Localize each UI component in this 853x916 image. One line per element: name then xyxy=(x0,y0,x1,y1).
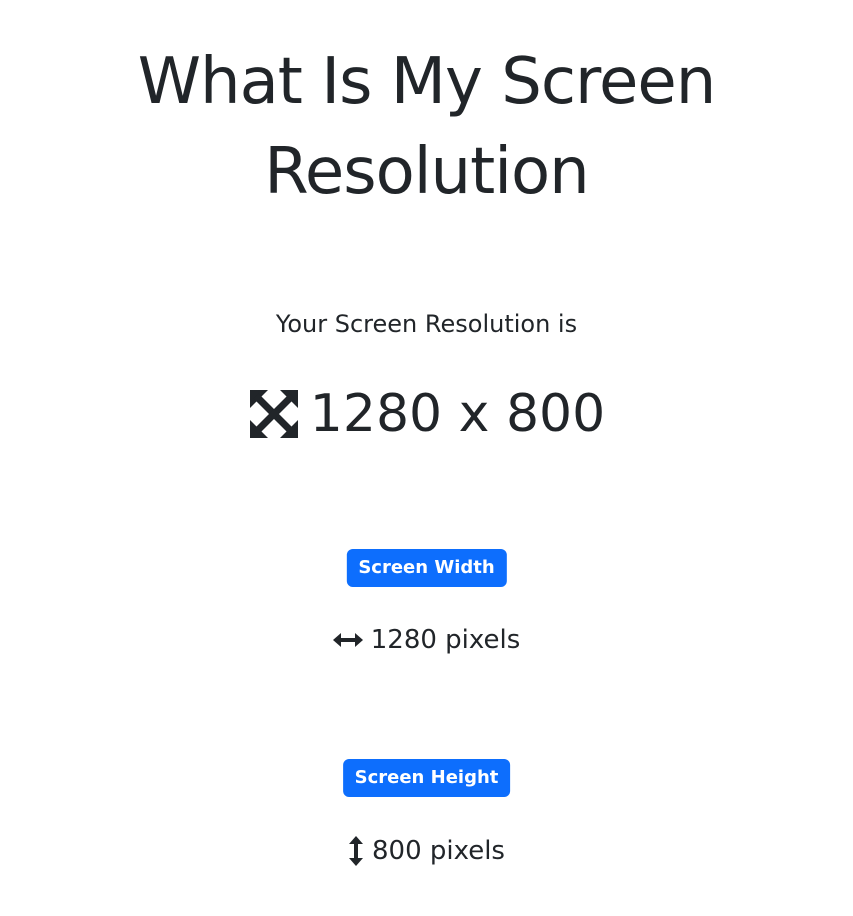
resolution-value: 1280 x 800 xyxy=(309,384,606,444)
screen-width-row: 1280 pixels xyxy=(0,627,853,653)
horizontal-arrows-icon xyxy=(332,631,363,649)
vertical-arrows-icon xyxy=(348,836,364,866)
screen-width-value: 1280 pixels xyxy=(370,625,521,655)
screen-height-badge: Screen Height xyxy=(342,759,511,797)
resolution-caption: Your Screen Resolution is xyxy=(275,310,578,338)
screen-height-value: 800 pixels xyxy=(372,836,505,866)
resolution-display: 1280 x 800 xyxy=(0,388,853,440)
page: What Is My Screen Resolution Your Screen… xyxy=(0,0,853,916)
screen-width-badge: Screen Width xyxy=(346,549,507,587)
expand-arrows-icon xyxy=(248,388,300,440)
page-title-line2: Resolution xyxy=(264,135,589,209)
screen-height-row: 800 pixels xyxy=(0,836,853,866)
page-title-line1: What Is My Screen xyxy=(137,45,717,119)
